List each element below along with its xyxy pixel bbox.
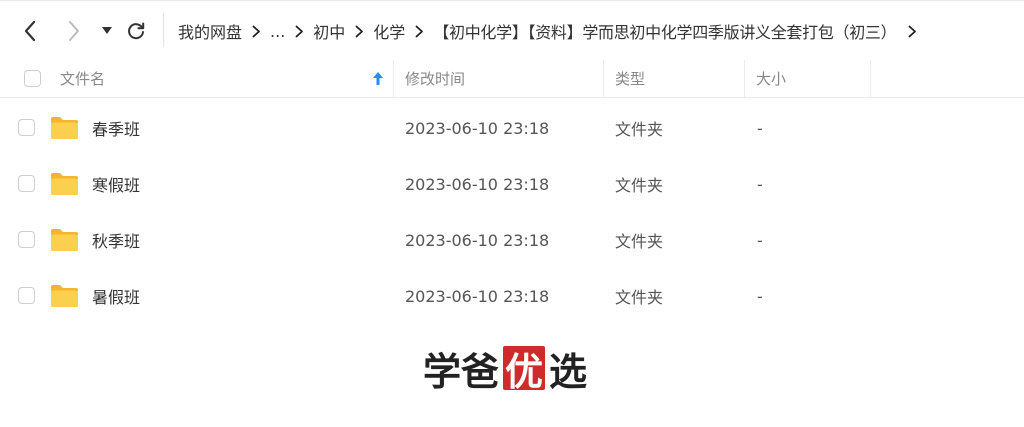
file-name[interactable]: 暑假班	[92, 268, 140, 324]
file-type: 文件夹	[615, 288, 664, 307]
breadcrumb-separator-icon	[295, 25, 304, 38]
sort-indicator[interactable]	[373, 60, 383, 97]
folder-icon	[51, 173, 78, 195]
file-type: 文件夹	[615, 232, 664, 251]
toolbar-divider	[163, 13, 164, 47]
folder-icon	[51, 285, 78, 307]
breadcrumb-item-my-drive[interactable]: 我的网盘	[178, 19, 242, 43]
breadcrumb-separator-icon	[355, 25, 364, 38]
watermark-logo: 学爸 优 选	[423, 345, 587, 394]
column-header-type[interactable]: 类型	[615, 60, 645, 97]
folder-icon	[51, 117, 78, 139]
breadcrumb-item-ellipsis[interactable]: ...	[270, 22, 285, 41]
watermark-text: 学爸	[423, 349, 500, 394]
file-name[interactable]: 寒假班	[92, 156, 140, 212]
breadcrumb-item-current-folder[interactable]: 【初中化学】【资料】学而思初中化学四季版讲义全套打包（初三）	[433, 19, 896, 43]
file-name[interactable]: 春季班	[92, 100, 140, 156]
file-name[interactable]: 秋季班	[92, 212, 140, 268]
file-list-header: 文件名 修改时间 类型 大小	[0, 60, 1024, 98]
row-checkbox[interactable]	[18, 175, 35, 192]
back-button[interactable]	[16, 17, 44, 45]
file-size: -	[757, 174, 763, 194]
column-divider	[603, 60, 604, 97]
column-header-modified[interactable]: 修改时间	[405, 60, 465, 97]
column-divider	[870, 60, 871, 97]
file-modified-time: 2023-06-10 23:18	[405, 174, 550, 194]
column-header-name[interactable]: 文件名	[60, 60, 105, 97]
file-type: 文件夹	[615, 176, 664, 195]
folder-icon	[51, 229, 78, 251]
table-row[interactable]: 寒假班 2023-06-10 23:18 文件夹 -	[0, 156, 1024, 212]
navigation-bar: 我的网盘 ... 初中 化学 【初中化学】【资料】学而思初中化学四季版讲义全套打…	[0, 0, 1024, 60]
select-all-checkbox[interactable]	[24, 70, 41, 87]
column-divider	[744, 60, 745, 97]
file-size: -	[757, 230, 763, 250]
caret-down-icon	[102, 27, 112, 34]
row-checkbox[interactable]	[18, 231, 35, 248]
file-size: -	[757, 286, 763, 306]
table-row[interactable]: 暑假班 2023-06-10 23:18 文件夹 -	[0, 268, 1024, 324]
file-modified-time: 2023-06-10 23:18	[405, 286, 550, 306]
breadcrumb: 我的网盘 ... 初中 化学 【初中化学】【资料】学而思初中化学四季版讲义全套打…	[178, 1, 926, 61]
breadcrumb-more-icon[interactable]	[908, 25, 917, 38]
table-row[interactable]: 秋季班 2023-06-10 23:18 文件夹 -	[0, 212, 1024, 268]
column-header-size[interactable]: 大小	[756, 60, 786, 97]
row-checkbox[interactable]	[18, 287, 35, 304]
watermark-highlight: 优	[503, 346, 546, 394]
file-type: 文件夹	[615, 120, 664, 139]
forward-button[interactable]	[60, 17, 88, 45]
watermark-text: 选	[549, 349, 588, 394]
row-checkbox[interactable]	[18, 119, 35, 136]
sort-arrow-up-icon	[373, 72, 383, 85]
file-size: -	[757, 118, 763, 138]
column-divider	[393, 60, 394, 97]
file-modified-time: 2023-06-10 23:18	[405, 230, 550, 250]
chevron-right-icon	[69, 21, 79, 41]
breadcrumb-separator-icon	[252, 25, 261, 38]
file-modified-time: 2023-06-10 23:18	[405, 118, 550, 138]
refresh-button[interactable]	[122, 17, 150, 45]
refresh-icon	[128, 22, 145, 40]
breadcrumb-item-junior-high[interactable]: 初中	[313, 19, 345, 43]
history-dropdown-button[interactable]	[93, 17, 121, 45]
breadcrumb-separator-icon	[415, 25, 424, 38]
chevron-left-icon	[24, 20, 36, 42]
table-row[interactable]: 春季班 2023-06-10 23:18 文件夹 -	[0, 100, 1024, 156]
breadcrumb-item-chemistry[interactable]: 化学	[373, 19, 405, 43]
